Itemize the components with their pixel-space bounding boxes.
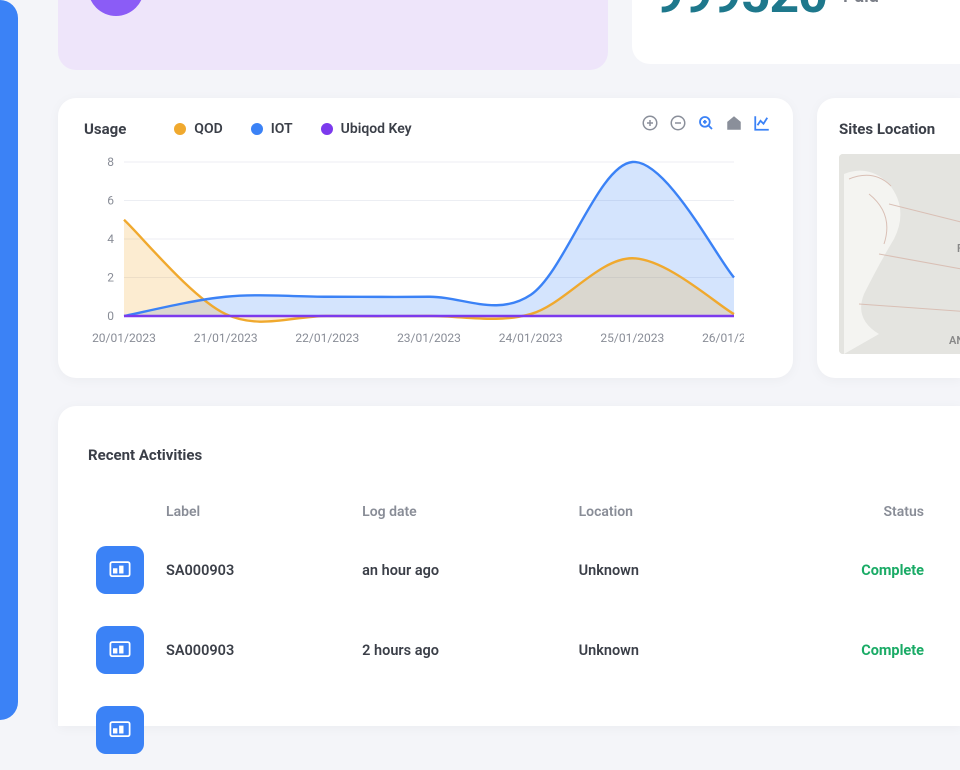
svg-text:25/01/2023: 25/01/2023 <box>600 331 664 345</box>
svg-text:0: 0 <box>107 309 114 323</box>
recent-activities-title: Recent Activities <box>88 446 932 464</box>
svg-text:23/01/2023: 23/01/2023 <box>397 331 461 345</box>
usage-chart: 0 2 4 6 8 20/01/2023 21/01/2023 22/01/2023 23/01… <box>84 156 767 360</box>
svg-text:21/01/2023: 21/01/2023 <box>194 331 258 345</box>
svg-text:24/01/2023: 24/01/2023 <box>499 331 563 345</box>
legend-ubiqod: Ubiqod Key <box>321 121 412 137</box>
legend-dot-iot <box>251 123 263 135</box>
sidebar-edge <box>0 0 18 720</box>
paid-label: Paid <box>843 0 879 7</box>
sites-location-card: Sites Location FR ANDO <box>817 98 960 378</box>
activity-icon <box>96 546 144 594</box>
paid-card: 999520 Paid <box>632 0 960 64</box>
activity-icon <box>96 706 144 754</box>
svg-text:20/01/2023: 20/01/2023 <box>92 331 156 345</box>
usage-card: Usage QOD IOT Ubiqod Key <box>58 98 793 378</box>
zoom-in-icon[interactable] <box>641 114 659 136</box>
activity-label: SA000903 <box>158 530 354 610</box>
zoom-out-icon[interactable] <box>669 114 687 136</box>
legend-dot-qod <box>174 123 186 135</box>
recent-activities-card: Recent Activities Label Log date Locatio… <box>58 406 960 726</box>
table-row[interactable] <box>88 690 932 770</box>
summary-card <box>58 0 608 70</box>
map-label-andorra: ANDO <box>949 334 960 347</box>
col-logdate: Log date <box>354 494 570 530</box>
sites-map[interactable]: FR ANDO <box>839 154 960 354</box>
activity-logdate: 2 hours ago <box>354 610 570 690</box>
line-chart-icon[interactable] <box>753 114 771 136</box>
svg-text:8: 8 <box>107 156 114 169</box>
svg-text:6: 6 <box>107 194 114 208</box>
activity-location: Unknown <box>571 610 749 690</box>
svg-text:22/01/2023: 22/01/2023 <box>295 331 359 345</box>
activity-location: Unknown <box>571 530 749 610</box>
legend-dot-ubiqod <box>321 123 333 135</box>
col-location: Location <box>571 494 749 530</box>
activity-status: Complete <box>861 562 924 579</box>
col-icon <box>88 494 158 530</box>
activity-label: SA000903 <box>158 610 354 690</box>
paid-amount: 999520 <box>654 0 827 25</box>
activity-status: Complete <box>861 642 924 659</box>
summary-icon-circle <box>88 0 144 16</box>
legend-label-iot: IOT <box>271 121 293 137</box>
svg-text:2: 2 <box>107 271 114 285</box>
svg-text:26/01/2023: 26/01/2023 <box>702 331 744 345</box>
table-row[interactable]: SA000903an hour agoUnknown Complete <box>88 530 932 610</box>
activities-table: Label Log date Location Status SA000903a… <box>88 494 932 770</box>
sites-location-title: Sites Location <box>839 120 960 138</box>
svg-text:4: 4 <box>107 232 114 246</box>
activity-logdate: an hour ago <box>354 530 570 610</box>
usage-title: Usage <box>84 120 126 138</box>
search-icon[interactable] <box>697 114 715 136</box>
col-status: Status <box>748 494 932 530</box>
home-icon[interactable] <box>725 114 743 136</box>
activity-icon <box>96 626 144 674</box>
legend-label-qod: QOD <box>194 121 222 137</box>
col-label: Label <box>158 494 354 530</box>
legend-label-ubiqod: Ubiqod Key <box>341 121 412 137</box>
table-row[interactable]: SA0009032 hours agoUnknown Complete <box>88 610 932 690</box>
legend-iot: IOT <box>251 121 293 137</box>
legend-qod: QOD <box>174 121 222 137</box>
